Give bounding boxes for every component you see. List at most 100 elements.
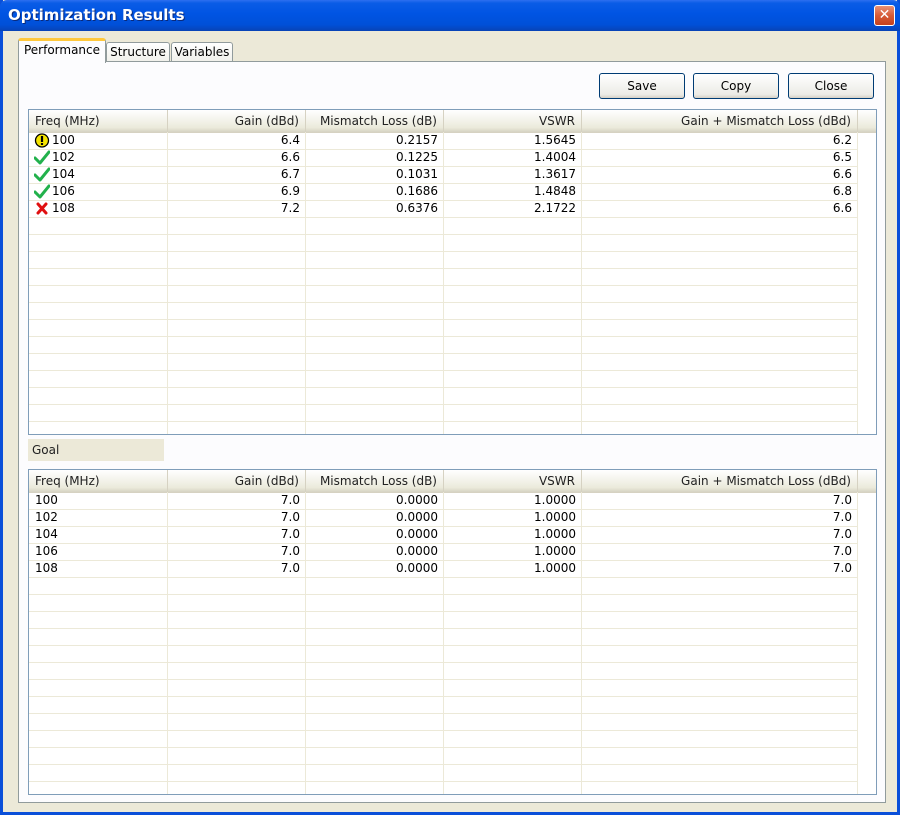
table-row[interactable]: 108 7.0 0.0000 1.0000 7.0 (29, 560, 858, 578)
col-freq[interactable]: Freq (MHz) (29, 110, 168, 132)
table-row[interactable]: 108 7.2 0.6376 2.1722 6.6 (29, 200, 858, 218)
results-table[interactable]: Freq (MHz) Gain (dBd) Mismatch Loss (dB)… (28, 109, 877, 435)
cell-mismatch: 0.1031 (396, 167, 438, 181)
cell-mismatch: 0.0000 (396, 544, 438, 558)
empty-row[interactable] (29, 387, 858, 405)
empty-row[interactable] (29, 696, 858, 714)
cell-freq: 100 (52, 133, 75, 147)
cell-gain: 7.0 (280, 544, 300, 558)
cell-mismatch: 0.0000 (396, 510, 438, 524)
cell-total: 7.0 (832, 527, 852, 541)
cell-mismatch: 0.0000 (396, 493, 438, 507)
cell-gain: 7.0 (280, 527, 300, 541)
cell-mismatch: 0.0000 (396, 527, 438, 541)
cell-freq: 104 (35, 527, 58, 541)
goal-label: Goal (28, 439, 164, 461)
cell-vswr: 1.0000 (534, 493, 576, 507)
empty-row[interactable] (29, 645, 858, 663)
empty-row[interactable] (29, 319, 858, 337)
cell-freq: 102 (35, 510, 58, 524)
close-button[interactable]: Close (788, 73, 874, 99)
window-title: Optimization Results (8, 6, 185, 24)
table-row[interactable]: 102 7.0 0.0000 1.0000 7.0 (29, 509, 858, 527)
empty-row[interactable] (29, 353, 858, 371)
cell-gain: 7.0 (280, 561, 300, 575)
cell-freq: 106 (35, 544, 58, 558)
cell-gain: 7.0 (280, 493, 300, 507)
empty-row[interactable] (29, 611, 858, 629)
empty-row[interactable] (29, 251, 858, 269)
cell-gain: 6.4 (280, 133, 300, 147)
empty-row[interactable] (29, 594, 858, 612)
cell-mismatch: 0.2157 (396, 133, 438, 147)
table-row[interactable]: 104 7.0 0.0000 1.0000 7.0 (29, 526, 858, 544)
col-gain-plus-mismatch[interactable]: Gain + Mismatch Loss (dBd) (582, 470, 858, 492)
empty-row[interactable] (29, 285, 858, 303)
cell-freq: 106 (52, 184, 75, 198)
table-row[interactable]: 104 6.7 0.1031 1.3617 6.6 (29, 166, 858, 184)
empty-row[interactable] (29, 268, 858, 286)
cell-total: 7.0 (832, 561, 852, 575)
table-row[interactable]: 106 6.9 0.1686 1.4848 6.8 (29, 183, 858, 201)
cell-total: 7.0 (832, 493, 852, 507)
cell-gain: 7.2 (280, 201, 300, 215)
table-row[interactable]: 100 7.0 0.0000 1.0000 7.0 (29, 492, 858, 510)
copy-button[interactable]: Copy (693, 73, 779, 99)
cell-vswr: 1.0000 (534, 510, 576, 524)
cell-gain: 6.6 (280, 150, 300, 164)
cell-freq: 104 (52, 167, 75, 181)
cell-vswr: 2.1722 (534, 201, 576, 215)
empty-row[interactable] (29, 713, 858, 731)
empty-row[interactable] (29, 370, 858, 388)
empty-row[interactable] (29, 234, 858, 252)
cell-total: 6.2 (832, 133, 852, 147)
col-gain[interactable]: Gain (dBd) (168, 110, 306, 132)
empty-row[interactable] (29, 577, 858, 595)
table-row[interactable]: 106 7.0 0.0000 1.0000 7.0 (29, 543, 858, 561)
empty-row[interactable] (29, 781, 858, 794)
cell-mismatch: 0.1686 (396, 184, 438, 198)
col-vswr[interactable]: VSWR (444, 470, 582, 492)
cell-gain: 6.7 (280, 167, 300, 181)
empty-row[interactable] (29, 336, 858, 354)
col-mismatch-loss[interactable]: Mismatch Loss (dB) (306, 110, 444, 132)
col-gain[interactable]: Gain (dBd) (168, 470, 306, 492)
cell-vswr: 1.0000 (534, 544, 576, 558)
optimization-results-window: Optimization Results ✕ Performance Struc… (0, 0, 900, 815)
cell-freq: 100 (35, 493, 58, 507)
cell-freq: 102 (52, 150, 75, 164)
cell-total: 6.6 (832, 201, 852, 215)
cell-mismatch: 0.6376 (396, 201, 438, 215)
table-row[interactable]: 100 6.4 0.2157 1.5645 6.2 (29, 132, 858, 150)
empty-row[interactable] (29, 679, 858, 697)
cell-gain: 6.9 (280, 184, 300, 198)
cell-mismatch: 0.0000 (396, 561, 438, 575)
empty-row[interactable] (29, 302, 858, 320)
window-close-button[interactable]: ✕ (874, 5, 895, 26)
empty-row[interactable] (29, 730, 858, 748)
tab-structure[interactable]: Structure (106, 42, 170, 62)
col-mismatch-loss[interactable]: Mismatch Loss (dB) (306, 470, 444, 492)
empty-row[interactable] (29, 662, 858, 680)
col-vswr[interactable]: VSWR (444, 110, 582, 132)
close-icon: ✕ (878, 7, 891, 23)
table-row[interactable]: 102 6.6 0.1225 1.4004 6.5 (29, 149, 858, 167)
empty-row[interactable] (29, 747, 858, 765)
tab-performance[interactable]: Performance (18, 38, 106, 63)
empty-row[interactable] (29, 628, 858, 646)
empty-row[interactable] (29, 404, 858, 422)
tab-variables[interactable]: Variables (171, 42, 233, 62)
cell-vswr: 1.0000 (534, 561, 576, 575)
performance-panel: Save Copy Close Freq (MHz) Gain (dBd) Mi… (18, 61, 886, 803)
empty-row[interactable] (29, 421, 858, 434)
save-button[interactable]: Save (599, 73, 685, 99)
cell-freq: 108 (35, 561, 58, 575)
title-bar[interactable]: Optimization Results ✕ (0, 0, 900, 31)
empty-row[interactable] (29, 764, 858, 782)
empty-row[interactable] (29, 217, 858, 235)
cell-vswr: 1.5645 (534, 133, 576, 147)
goal-table[interactable]: Freq (MHz) Gain (dBd) Mismatch Loss (dB)… (28, 469, 877, 795)
col-gain-plus-mismatch[interactable]: Gain + Mismatch Loss (dBd) (582, 110, 858, 132)
cell-total: 7.0 (832, 544, 852, 558)
col-freq[interactable]: Freq (MHz) (29, 470, 168, 492)
